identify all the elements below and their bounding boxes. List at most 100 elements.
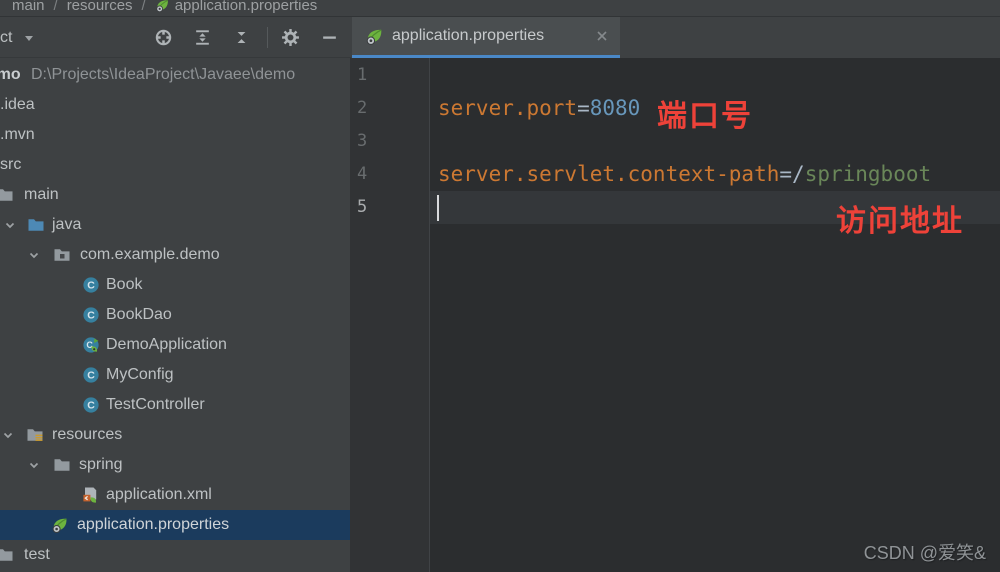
annotation-text: 端口号 [657,102,753,132]
tree-item-label: test [24,540,50,570]
project-root-path: D:\Projects\IdeaProject\Javaee\demo [31,60,295,90]
tree-item-project-root[interactable]: demo D:\Projects\IdeaProject\Javaee\demo [0,60,350,90]
tab-label: application.properties [392,27,586,45]
spring-leaf-icon [51,510,69,540]
code-token: server.servlet.context-path [438,162,779,186]
breadcrumb-separator: / [54,0,58,14]
code-line[interactable] [438,59,1000,92]
tree-item-application.xml[interactable]: application.xml [0,480,350,510]
tree-item-resources[interactable]: resources [0,420,350,450]
editor-gutter[interactable]: 12345 [350,58,430,572]
hide-panel-icon[interactable] [316,25,342,51]
project-panel-header: ct [0,17,351,58]
tree-item-label: BookDao [106,300,172,330]
collapse-all-icon[interactable] [228,25,254,51]
breadcrumb-separator: / [142,0,146,14]
resources-folder-icon [26,420,44,450]
breadcrumb-item-label: resources [67,0,133,14]
tree-item-label: Book [106,270,142,300]
tree-item-MyConfig[interactable]: C MyConfig [0,360,350,390]
line-number: 5 [357,191,397,224]
line-number: 2 [357,92,397,125]
class-icon: C [82,300,100,330]
code-token: = [779,162,792,186]
folder-icon [0,540,14,570]
settings-gear-icon[interactable] [277,25,303,51]
tree-item-label: main [24,180,59,210]
xml-spring-icon [81,480,99,510]
code-token: / [792,162,805,186]
close-icon[interactable] [594,28,610,44]
code-token: = [577,96,590,120]
locate-icon[interactable] [150,25,176,51]
tree-item-label: DemoApplication [106,330,227,360]
svg-text:C: C [87,280,95,292]
tree-item-application.properties[interactable]: application.properties [0,510,350,540]
breadcrumb-item-main[interactable]: main [12,0,45,14]
tree-item-label: .mvn [0,120,35,150]
class-icon: C [82,360,100,390]
code-token: 8080 [590,96,641,120]
tree-item-label: src [0,150,21,180]
chevron-down-icon[interactable] [2,210,18,240]
text-cursor [437,195,439,221]
tree-item-java[interactable]: java [0,210,350,240]
tree-item-com.example.demo[interactable]: com.example.demo [0,240,350,270]
tree-item-label: .idea [0,90,35,120]
breadcrumb-item-label: application.properties [175,0,318,14]
tree-item-label: MyConfig [106,360,174,390]
navigation-breadcrumb-bar: main / resources / application.properties [0,0,1000,17]
code-token: springboot [805,162,931,186]
editor[interactable]: 12345 server.port=8080server.servlet.con… [350,58,1000,572]
project-root-name: demo [0,60,21,90]
breadcrumb-item-resources[interactable]: resources [67,0,133,14]
tree-item-.idea[interactable]: .idea [0,90,350,120]
spring-class-icon: C [82,330,100,360]
code-token: server.port [438,96,577,120]
tree-item-label: application.xml [106,480,212,510]
breadcrumb-item-application.properties[interactable]: application.properties [155,0,318,14]
line-number: 3 [357,125,397,158]
svg-text:C: C [87,370,95,382]
package-icon [53,240,71,270]
folder-icon [53,450,71,480]
project-toolbar [150,17,342,58]
folder-blue-icon [27,210,45,240]
chevron-down-icon[interactable] [26,450,42,480]
tree-item-label: resources [52,420,122,450]
tree-item-src[interactable]: src [0,150,350,180]
tree-item-test[interactable]: test [0,540,350,570]
spring-leaf-icon [155,0,170,13]
breadcrumb: main / resources / application.properties [12,0,317,17]
svg-text:C: C [87,310,95,322]
tree-item-main[interactable]: main [0,180,350,210]
tree-item-spring[interactable]: spring [0,450,350,480]
project-view-selector-label: ct [0,29,12,47]
tree-item-label: com.example.demo [80,240,220,270]
code-line[interactable]: server.servlet.context-path=/springboot [438,158,1000,191]
annotation-text: 访问地址 [836,207,964,237]
tree-item-label: TestController [106,390,205,420]
tree-item-Book[interactable]: C Book [0,270,350,300]
breadcrumb-item-label: main [12,0,45,14]
tab-application-properties[interactable]: application.properties [352,17,620,58]
project-view-selector[interactable]: ct [0,17,36,58]
tree-item-BookDao[interactable]: C BookDao [0,300,350,330]
tree-item-.mvn[interactable]: .mvn [0,120,350,150]
class-icon: C [82,270,100,300]
main-area: demo D:\Projects\IdeaProject\Javaee\demo.… [0,58,1000,572]
chevron-down-icon[interactable] [26,240,42,270]
expand-all-icon[interactable] [189,25,215,51]
tree-item-label: application.properties [77,510,229,540]
class-icon: C [82,390,100,420]
tree-item-DemoApplication[interactable]: CDemoApplication [0,330,350,360]
tree-item-TestController[interactable]: CTestController [0,390,350,420]
header-row: ct application.properties [0,17,1000,58]
line-number: 4 [357,158,397,191]
toolbar-separator [267,27,268,48]
folder-icon [0,180,14,210]
spring-leaf-icon [365,27,384,46]
chevron-down-icon [22,31,36,45]
editor-tab-bar: application.properties [351,17,1000,58]
chevron-down-icon[interactable] [0,420,16,450]
